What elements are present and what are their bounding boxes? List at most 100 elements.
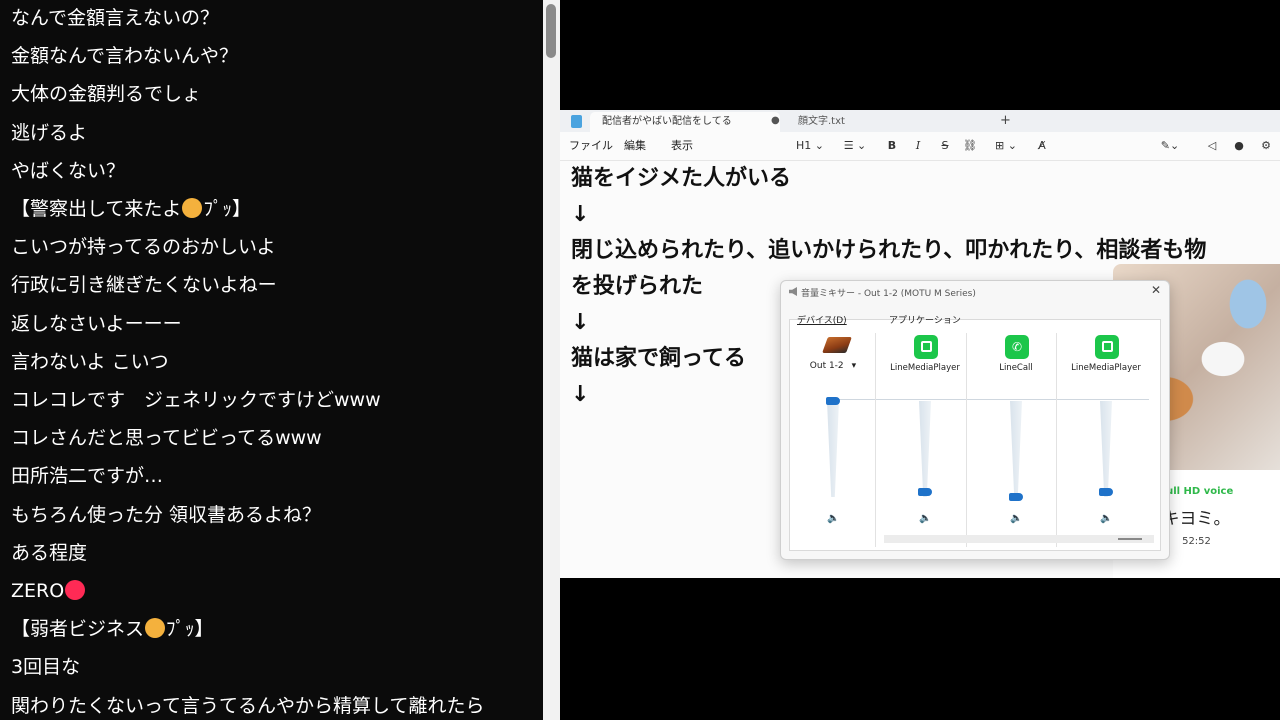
device-heading: デバイス(D) xyxy=(797,316,847,326)
line-call-icon: ✆ xyxy=(1005,335,1029,359)
app-name: LineMediaPlayer xyxy=(890,363,960,373)
chat-panel: なんで金額言えないの？ 金額なんで言わないんや？ 大体の金額判るでしょ 逃げるよやばく… xyxy=(0,0,543,720)
volume-slider-thumb[interactable] xyxy=(918,488,932,497)
chat-message-suffix: ﾌﾟｯ】 xyxy=(166,618,214,641)
column-divider xyxy=(1056,333,1057,547)
volume-slider-thumb[interactable] xyxy=(826,397,840,405)
document-line: ↓ xyxy=(571,202,590,227)
chat-message-text: 大体の金額判るでしょ xyxy=(11,83,202,106)
speaker-icon xyxy=(789,287,797,296)
chat-message: なんで金額言えないの？ xyxy=(11,1,219,35)
chat-message: もちろん使った分 領収書あるよね？ xyxy=(11,498,321,532)
app-name: LineMediaPlayer xyxy=(1071,363,1141,373)
clear-format-icon[interactable]: A̸ xyxy=(1034,132,1050,160)
volume-slider-track[interactable] xyxy=(827,401,839,497)
shared-screen: 配信者がやばい配信をしてる ● 顔文字.txt + ファイル 編集 表示 H1 … xyxy=(560,110,1280,578)
italic-button[interactable]: I xyxy=(910,132,926,160)
chat-message-text: 言わないよ こいつ xyxy=(11,350,169,373)
column-divider xyxy=(966,333,967,547)
mixer-scrollbar-thumb[interactable] xyxy=(1118,538,1142,540)
volume-slider-track[interactable] xyxy=(919,401,931,497)
account-icon[interactable]: ● xyxy=(1231,132,1247,160)
menu-view[interactable]: 表示 xyxy=(671,132,693,160)
audio-device-icon xyxy=(822,337,852,353)
tab-active-document[interactable]: 配信者がやばい配信をしてる xyxy=(590,112,780,132)
megaphone-icon[interactable]: ◁ xyxy=(1204,132,1220,160)
tab-label: 顔文字.txt xyxy=(798,116,845,127)
applications-heading: アプリケーション xyxy=(889,316,961,326)
notepad-tabbar: 配信者がやばい配信をしてる ● 顔文字.txt + xyxy=(560,110,1280,132)
menu-edit[interactable]: 編集 xyxy=(624,132,646,160)
new-tab-button[interactable]: + xyxy=(1000,112,1011,130)
chat-scrollbar[interactable] xyxy=(543,0,560,720)
document-line: ↓ xyxy=(571,382,590,407)
chat-message-text: 【弱者ビジネス xyxy=(11,618,145,641)
heading-dropdown[interactable]: H1 ⌄ xyxy=(796,132,824,160)
volume-slider-thumb[interactable] xyxy=(1099,488,1113,497)
chat-message: 【警察出して来たよ ﾌﾟｯ】 xyxy=(11,192,251,226)
device-column: Out 1-2 ▾ 🔈 xyxy=(789,335,877,545)
link-icon[interactable]: ⛓ xyxy=(962,132,978,160)
document-line: 閉じ込められたり、追いかけられたり、叩かれたり、相談者も物 xyxy=(571,238,1207,263)
mixer-scrollbar[interactable] xyxy=(884,535,1154,543)
chat-message-text: 金額なんで言わないんや？ xyxy=(11,45,239,68)
chat-message: 関わりたくないって言うてるんやから精算して離れたら xyxy=(11,689,484,720)
chat-message: 金額なんで言わないんや？ xyxy=(11,39,238,73)
chat-message-text: やばくない？ xyxy=(11,159,126,182)
chat-message: 言わないよ こいつ xyxy=(11,345,169,379)
document-line: ↓ xyxy=(571,310,590,335)
chat-message: 【弱者ビジネス ﾌﾟｯ】 xyxy=(11,612,214,646)
document-line: を投げられた xyxy=(571,274,704,299)
chat-message-text: 3回目な xyxy=(11,656,81,679)
close-icon[interactable]: ✕ xyxy=(1151,283,1161,297)
chat-message: 逃げるよ xyxy=(11,116,87,150)
chat-message: ある程度 xyxy=(11,536,87,570)
document-line: 猫は家で飼ってる xyxy=(571,346,746,371)
volume-slider-track[interactable] xyxy=(1010,401,1022,497)
volume-slider-thumb[interactable] xyxy=(1009,493,1023,501)
strikethrough-button[interactable]: S xyxy=(937,132,953,160)
face-icon xyxy=(182,198,203,218)
mixer-title: 音量ミキサー - Out 1-2 (MOTU M Series) xyxy=(801,289,976,299)
list-dropdown[interactable]: ☰ ⌄ xyxy=(840,132,870,160)
device-select[interactable]: Out 1-2 ▾ xyxy=(789,361,877,371)
volume-slider-track[interactable] xyxy=(1100,401,1112,497)
document-line: 猫をイジメた人がいる xyxy=(571,166,792,191)
tab-kaomoji[interactable]: 顔文字.txt xyxy=(792,112,958,132)
chat-message-text: なんで金額言えないの？ xyxy=(11,7,220,29)
line-media-player-icon xyxy=(1095,335,1119,359)
chat-message-text: 逃げるよ xyxy=(11,121,88,144)
chat-message-text: コレさんだと思ってビビってるwww xyxy=(11,427,322,450)
app-column: LineMediaPlayer 🔈 xyxy=(881,335,969,545)
chat-message-text: もちろん使った分 領収書あるよね？ xyxy=(11,503,322,526)
fire-icon xyxy=(65,580,86,600)
speaker-icon[interactable]: 🔈 xyxy=(827,513,839,525)
app-column: LineMediaPlayer 🔈 xyxy=(1062,335,1150,545)
speaker-icon[interactable]: 🔈 xyxy=(1010,513,1022,525)
notepad-icon xyxy=(571,115,582,128)
chat-message-text: コレコレです ジェネリックですけどwww xyxy=(11,389,381,411)
app-column: ✆ LineCall 🔈 xyxy=(972,335,1060,545)
chat-message: やばくない？ xyxy=(11,154,125,188)
table-dropdown[interactable]: ⊞ ⌄ xyxy=(991,132,1021,160)
menu-file[interactable]: ファイル xyxy=(569,132,613,160)
line-media-player-icon xyxy=(914,335,938,359)
settings-icon[interactable]: ⚙ xyxy=(1258,132,1274,160)
speaker-icon[interactable]: 🔈 xyxy=(1100,513,1112,525)
chat-message-text: ZERO xyxy=(11,580,65,602)
chat-message: コレコレです ジェネリックですけどwww xyxy=(11,383,381,417)
speaker-icon[interactable]: 🔈 xyxy=(919,513,931,525)
bold-button[interactable]: B xyxy=(884,132,900,160)
app-name: LineCall xyxy=(999,363,1033,373)
chat-message: ZERO xyxy=(11,574,86,608)
chat-message-text: 返しなさいよーーー xyxy=(11,312,182,335)
chat-message: こいつが持ってるのおかしいよ xyxy=(11,230,276,264)
notepad-menubar: ファイル 編集 表示 H1 ⌄ ☰ ⌄ B I S ⛓ ⊞ ⌄ A̸ ✎⌄ ◁ … xyxy=(560,132,1280,161)
chat-message-text: ある程度 xyxy=(11,541,88,564)
chat-message-text: 行政に引き継ぎたくないよねー xyxy=(11,274,277,297)
device-name: Out 1-2 xyxy=(809,361,844,371)
chat-message: 行政に引き継ぎたくないよねー xyxy=(11,268,277,302)
column-divider xyxy=(875,333,876,547)
chat-scrollbar-thumb[interactable] xyxy=(546,4,556,58)
copilot-icon[interactable]: ✎⌄ xyxy=(1158,132,1182,160)
